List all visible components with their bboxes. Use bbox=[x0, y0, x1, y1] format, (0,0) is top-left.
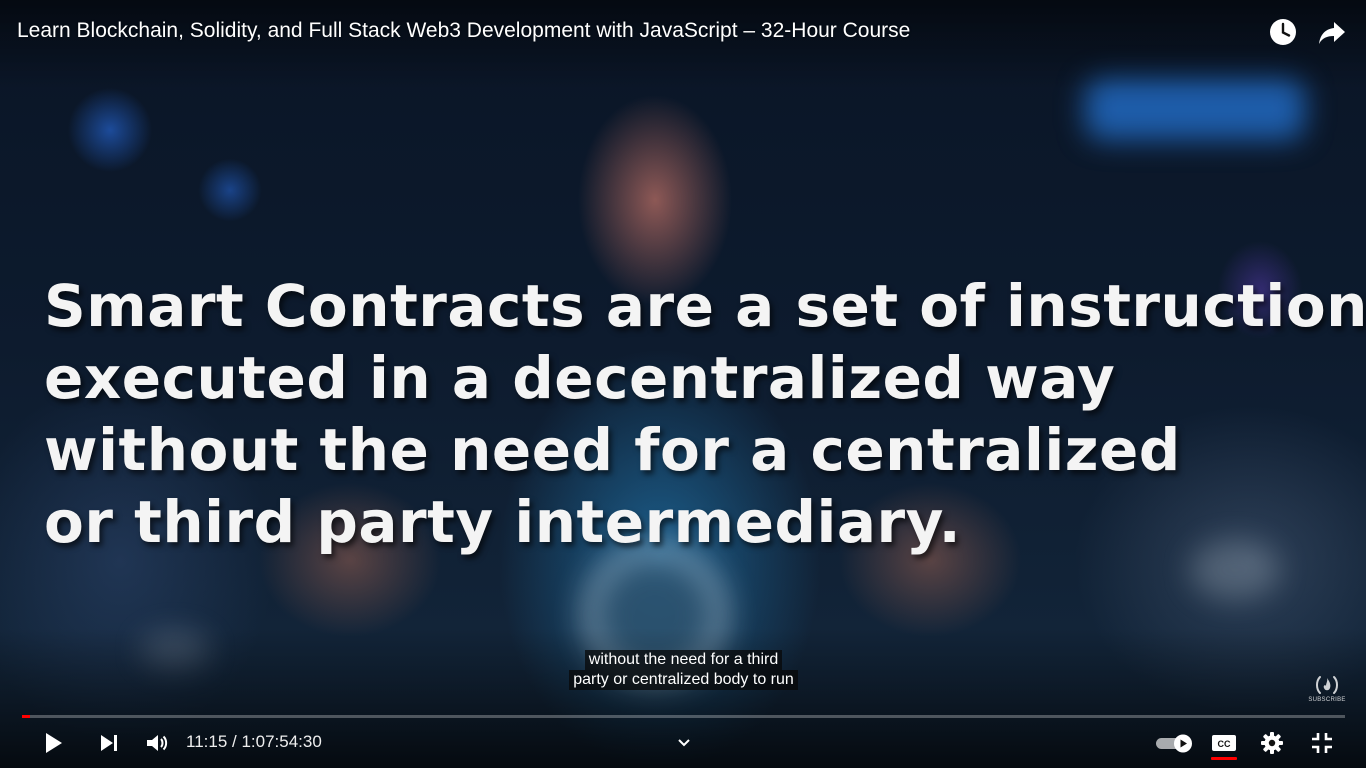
mute-button[interactable] bbox=[140, 722, 174, 764]
caption-line: without the need for a third bbox=[584, 650, 783, 670]
caption-line: party or centralized body to run bbox=[569, 670, 798, 690]
share-icon bbox=[1319, 22, 1345, 44]
watch-later-icon bbox=[1270, 19, 1296, 45]
watch-later-button[interactable] bbox=[1267, 16, 1299, 48]
captions-active-indicator bbox=[1211, 757, 1237, 760]
volume-icon bbox=[147, 735, 168, 751]
autoplay-toggle[interactable] bbox=[1152, 722, 1196, 764]
closed-captions-icon: CC bbox=[1212, 735, 1236, 751]
autoplay-toggle-icon bbox=[1156, 734, 1192, 753]
settings-button[interactable] bbox=[1256, 722, 1288, 764]
chevron-down-icon bbox=[678, 739, 690, 747]
next-icon bbox=[101, 735, 117, 751]
slide-line: or third party intermediary. bbox=[44, 488, 962, 556]
gear-icon bbox=[1261, 732, 1283, 754]
exit-fullscreen-button[interactable] bbox=[1306, 722, 1338, 764]
play-button[interactable] bbox=[36, 722, 70, 764]
slide-line: Smart Contracts are a set of instruction… bbox=[44, 272, 1366, 340]
svg-text:CC: CC bbox=[1218, 739, 1231, 749]
next-button[interactable] bbox=[92, 722, 126, 764]
watermark-label: SUBSCRIBE bbox=[1308, 696, 1346, 703]
slide-line: executed in a decentralized way bbox=[44, 344, 1116, 412]
share-button[interactable] bbox=[1316, 16, 1348, 48]
progress-bar[interactable] bbox=[22, 715, 1345, 718]
caption-window[interactable]: without the need for a third party or ce… bbox=[561, 650, 806, 690]
time-display: 11:15 / 1:07:54:30 bbox=[186, 732, 322, 751]
channel-watermark[interactable]: SUBSCRIBE bbox=[1308, 670, 1346, 706]
fire-logo-icon bbox=[1316, 675, 1338, 694]
progress-played bbox=[22, 715, 30, 718]
top-gradient bbox=[0, 0, 1366, 90]
play-icon bbox=[46, 733, 62, 753]
video-title[interactable]: Learn Blockchain, Solidity, and Full Sta… bbox=[17, 19, 910, 43]
slide-text: Smart Contracts are a set of instruction… bbox=[44, 270, 1366, 558]
exit-fullscreen-icon bbox=[1312, 733, 1332, 753]
slide-line: without the need for a centralized bbox=[44, 416, 1181, 484]
player-controls: 11:15 / 1:07:54:30 CC bbox=[0, 722, 1366, 768]
chapters-expand-button[interactable] bbox=[670, 722, 698, 764]
